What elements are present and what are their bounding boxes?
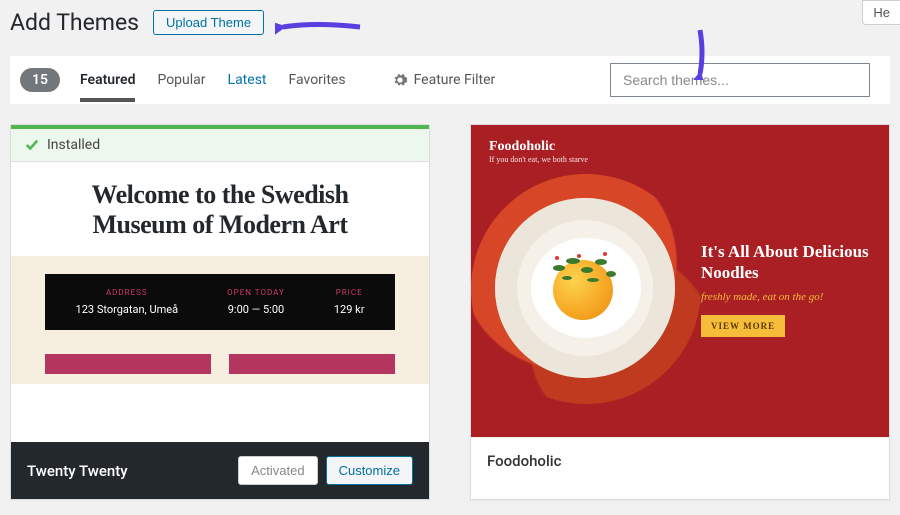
- preview-headline: It's All About Delicious Noodles: [701, 241, 873, 284]
- preview-col-label: OPEN TODAY: [227, 288, 285, 297]
- check-icon: [25, 138, 39, 152]
- preview-col-value: 123 Storgatan, Umeå: [76, 303, 179, 316]
- installed-label: Installed: [47, 137, 100, 153]
- feature-filter-button[interactable]: Feature Filter: [392, 72, 496, 88]
- preview-block: [229, 354, 395, 374]
- tab-featured[interactable]: Featured: [80, 58, 135, 102]
- theme-card[interactable]: Installed Welcome to the Swedish Museum …: [10, 124, 430, 500]
- preview-subtext: freshly made, eat on the go!: [701, 291, 873, 303]
- preview-hero-line: Welcome to the Swedish: [92, 180, 349, 209]
- preview-col-label: ADDRESS: [76, 288, 179, 297]
- tab-latest[interactable]: Latest: [228, 58, 267, 102]
- gear-icon: [392, 72, 408, 88]
- preview-col-value: 129 kr: [334, 303, 365, 316]
- search-input[interactable]: [610, 63, 870, 97]
- preview-food-image: [481, 184, 691, 394]
- preview-hero-line: Museum of Modern Art: [92, 210, 347, 239]
- preview-cta-button: VIEW MORE: [701, 315, 785, 337]
- filter-bar: 15 Featured Popular Latest Favorites Fea…: [10, 56, 890, 104]
- preview-tagline: If you don't eat, we both starve: [489, 155, 871, 164]
- activated-button: Activated: [238, 456, 317, 485]
- theme-name: Twenty Twenty: [27, 462, 128, 480]
- theme-preview: Welcome to the Swedish Museum of Modern …: [11, 162, 429, 442]
- page-title: Add Themes: [10, 9, 139, 36]
- tab-popular[interactable]: Popular: [157, 58, 205, 102]
- tab-favorites[interactable]: Favorites: [289, 58, 346, 102]
- theme-name: Foodoholic: [487, 452, 561, 470]
- installed-banner: Installed: [11, 125, 429, 162]
- help-tab[interactable]: He: [862, 0, 900, 25]
- customize-button[interactable]: Customize: [326, 456, 413, 485]
- feature-filter-label: Feature Filter: [414, 72, 496, 88]
- annotation-arrow-icon: [275, 12, 365, 42]
- theme-preview: Foodoholic If you don't eat, we both sta…: [471, 125, 889, 437]
- theme-count-badge: 15: [20, 68, 60, 92]
- theme-card[interactable]: Foodoholic If you don't eat, we both sta…: [470, 124, 890, 500]
- upload-theme-button[interactable]: Upload Theme: [153, 10, 264, 35]
- preview-col-value: 9:00 — 5:00: [227, 303, 285, 316]
- preview-col-label: PRICE: [334, 288, 365, 297]
- preview-block: [45, 354, 211, 374]
- preview-logo: Foodoholic: [489, 139, 871, 155]
